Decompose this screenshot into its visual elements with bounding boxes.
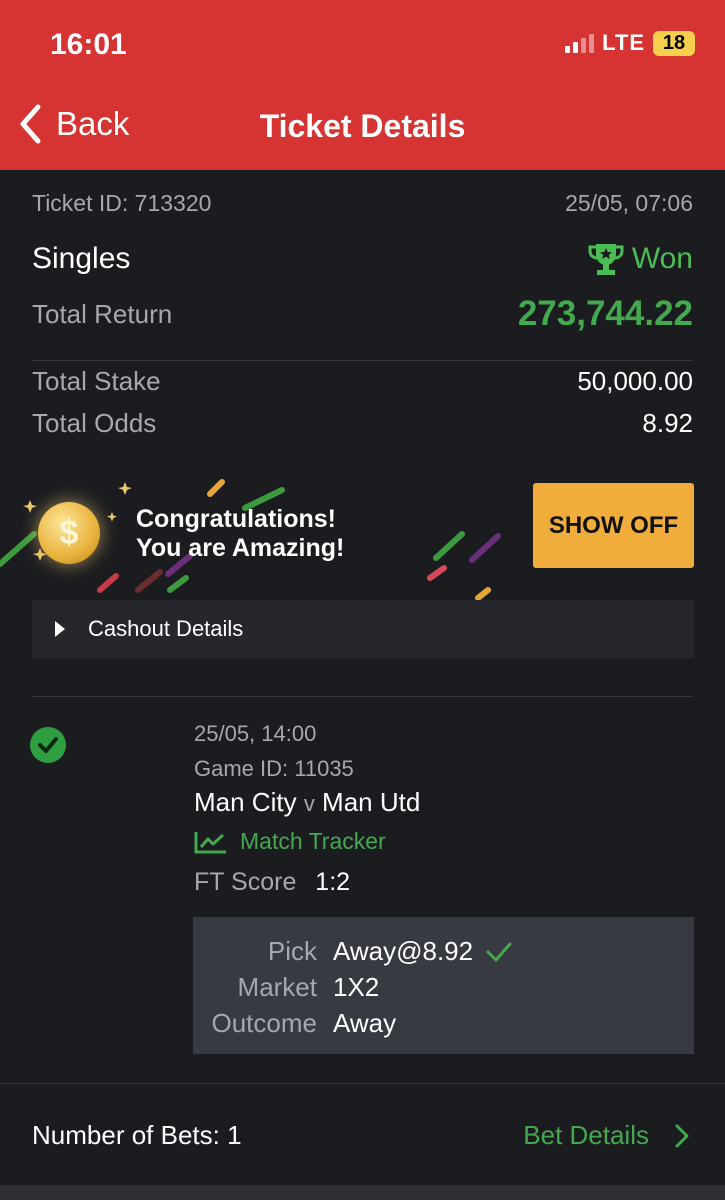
page-title: Ticket Details: [259, 108, 466, 144]
coin-icon: $: [38, 502, 100, 564]
status-badge: Won: [588, 242, 693, 276]
ft-score-value: 1:2: [315, 868, 351, 896]
trophy-icon: [588, 244, 624, 275]
chevron-right-icon: [675, 1124, 689, 1147]
status-label: Won: [631, 242, 693, 275]
status-indicators: LTE 18: [565, 30, 695, 56]
away-team: Man Utd: [322, 787, 421, 817]
total-odds-row: Total Odds 8.92: [32, 408, 693, 439]
chart-line-icon: [194, 831, 226, 853]
ticket-datetime: 25/05, 07:06: [565, 190, 693, 216]
ticket-meta-row: Ticket ID: 713320 25/05, 07:06: [32, 190, 693, 217]
pick-details-box: Pick Away@8.92 Market 1X2 Outcome Away: [193, 917, 694, 1054]
divider: [0, 1083, 725, 1084]
cashout-label: Cashout Details: [88, 616, 244, 641]
match-teams: Man City v Man Utd: [194, 787, 420, 818]
match-tracker-label: Match Tracker: [240, 828, 386, 854]
ft-score-label: FT Score: [194, 868, 297, 896]
outcome-value: Away: [333, 1008, 397, 1038]
show-off-button[interactable]: SHOW OFF: [533, 483, 694, 568]
divider: [32, 696, 693, 697]
ticket-type-row: Singles Won: [32, 242, 693, 276]
total-return-value: 273,744.22: [517, 294, 693, 333]
game-id: Game ID: 11035: [194, 756, 354, 781]
total-odds-value: 8.92: [642, 408, 693, 438]
total-stake-value: 50,000.00: [577, 366, 693, 396]
congrats-line-2: You are Amazing!: [136, 534, 345, 562]
number-of-bets: Number of Bets: 1: [32, 1120, 242, 1150]
check-circle-icon: [30, 727, 66, 763]
versus-label: v: [303, 791, 315, 816]
battery-icon: 18: [653, 30, 695, 56]
total-stake-row: Total Stake 50,000.00: [32, 366, 693, 397]
total-return-label: Total Return: [32, 298, 173, 329]
status-time: 16:01: [50, 28, 127, 61]
bet-details-label: Bet Details: [523, 1120, 649, 1150]
ticket-id: Ticket ID: 713320: [32, 190, 212, 216]
home-team: Man City: [194, 787, 297, 817]
market-row: Market 1X2: [193, 972, 694, 1003]
congrats-text: Congratulations! You are Amazing!: [136, 505, 344, 563]
app-header: 16:01 LTE 18 Back Ticket Details: [0, 0, 725, 170]
divider: [32, 360, 693, 361]
match-datetime: 25/05, 14:00: [194, 721, 317, 746]
total-odds-label: Total Odds: [32, 408, 157, 438]
pick-label: Pick: [267, 936, 317, 966]
market-value: 1X2: [333, 972, 380, 1002]
cashout-details-toggle[interactable]: Cashout Details: [32, 600, 694, 658]
caret-right-icon: [55, 621, 65, 637]
pick-row: Pick Away@8.92: [193, 936, 694, 967]
pick-value: Away@8.92: [333, 936, 474, 966]
ticket-type: Singles: [32, 242, 131, 275]
match-tracker-link[interactable]: Match Tracker: [194, 828, 386, 855]
checkmark-icon: [486, 942, 512, 961]
total-stake-label: Total Stake: [32, 366, 161, 396]
bottom-bar: [0, 1185, 725, 1200]
bet-details-link[interactable]: Bet Details: [523, 1120, 689, 1151]
ft-score-row: FT Score 1:2: [194, 868, 350, 897]
congrats-line-1: Congratulations!: [136, 505, 336, 533]
market-label: Market: [237, 972, 317, 1002]
signal-icon: [565, 33, 595, 53]
total-return-row: Total Return 273,744.22: [32, 294, 693, 334]
network-label: LTE: [602, 30, 645, 55]
outcome-label: Outcome: [211, 1008, 318, 1038]
outcome-row: Outcome Away: [193, 1008, 694, 1039]
